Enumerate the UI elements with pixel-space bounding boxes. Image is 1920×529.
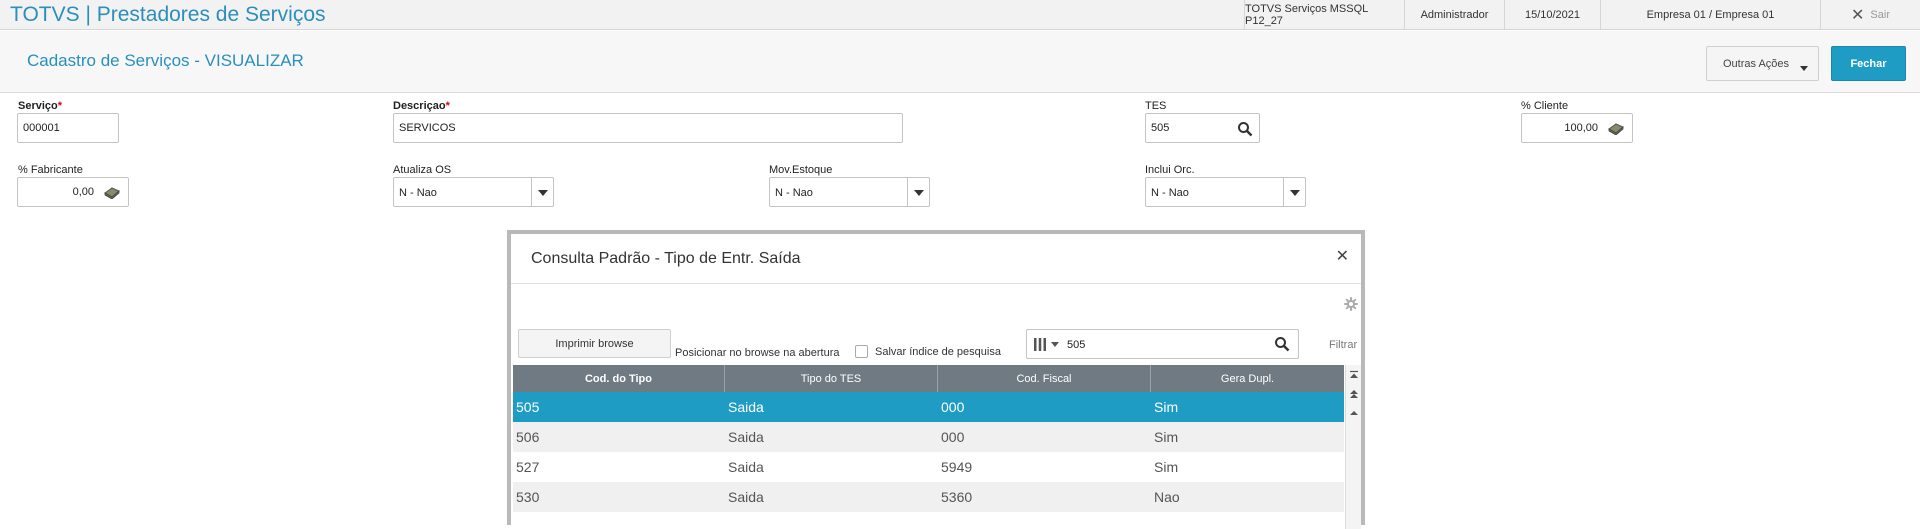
save-index-label: Salvar índice de pesquisa xyxy=(875,346,1001,358)
table-row[interactable]: 527 Saida 5949 Sim xyxy=(513,452,1344,482)
column-header[interactable]: Cod. do Tipo xyxy=(513,365,725,392)
pct-cliente-field[interactable]: 100,00 xyxy=(1521,113,1633,143)
servico-label: Serviço* xyxy=(18,100,63,112)
other-actions-label: Outras Ações xyxy=(1723,58,1790,70)
chevron-down-icon[interactable] xyxy=(1283,178,1305,206)
table-cell: Saida xyxy=(728,429,764,445)
grid-scrollbar[interactable] xyxy=(1345,365,1361,529)
servico-field[interactable]: 000001 xyxy=(17,113,119,143)
descricao-field[interactable]: SERVICOS xyxy=(393,113,903,143)
chevron-down-icon[interactable] xyxy=(531,178,553,206)
pct-cliente-value: 100,00 xyxy=(1564,122,1598,134)
tes-field[interactable]: 505 xyxy=(1145,113,1260,143)
calculator-icon[interactable] xyxy=(1607,122,1625,135)
results-grid: Cod. do Tipo Tipo do TES Cod. Fiscal Ger… xyxy=(513,365,1344,512)
environment-info: TOTVS Serviços MSSQL P12_27 xyxy=(1244,0,1404,30)
table-cell: Sim xyxy=(1154,459,1179,475)
table-cell: 5949 xyxy=(941,459,973,475)
scroll-up-icon[interactable] xyxy=(1348,406,1360,420)
table-cell: Saida xyxy=(728,489,764,505)
inclui-orc-value: N - Nao xyxy=(1151,187,1189,199)
close-icon[interactable]: ✕ xyxy=(1336,246,1349,266)
page-title: Cadastro de Serviços - VISUALIZAR xyxy=(27,51,304,70)
inclui-orc-select[interactable]: N - Nao xyxy=(1145,177,1306,207)
pct-fabricante-field[interactable]: 0,00 xyxy=(17,177,129,207)
table-row[interactable]: 530 Saida 5360 Nao xyxy=(513,482,1344,512)
gear-icon[interactable] xyxy=(1344,297,1358,311)
calculator-icon[interactable] xyxy=(103,186,121,199)
filter-link[interactable]: Filtrar xyxy=(1329,339,1357,351)
scroll-top-icon[interactable] xyxy=(1348,368,1360,382)
app-title: TOTVS | Prestadores de Serviços xyxy=(10,3,326,26)
table-cell: Nao xyxy=(1154,489,1180,505)
mov-estoque-value: N - Nao xyxy=(775,187,813,199)
exit-label: Sair xyxy=(1870,9,1890,21)
position-on-open-label: Posicionar no browse na abertura xyxy=(675,347,840,359)
lookup-dialog: Consulta Padrão - Tipo de Entr. Saída ✕ … xyxy=(507,230,1365,529)
table-row[interactable]: 506 Saida 000 Sim xyxy=(513,422,1344,452)
atualiza-os-label: Atualiza OS xyxy=(393,164,452,176)
search-input[interactable]: 505 xyxy=(1026,329,1299,359)
user-info: Administrador xyxy=(1404,0,1504,30)
chevron-down-icon[interactable] xyxy=(907,178,929,206)
mov-estoque-label: Mov.Estoque xyxy=(769,164,833,176)
top-bar: TOTVS | Prestadores de Serviços TOTVS Se… xyxy=(0,0,1920,30)
inclui-orc-label: Inclui Orc. xyxy=(1145,164,1195,176)
descricao-label: Descriçao* xyxy=(393,100,450,112)
table-cell: Sim xyxy=(1154,429,1179,445)
dialog-title: Consulta Padrão - Tipo de Entr. Saída xyxy=(531,250,801,267)
close-icon: ✕ xyxy=(1851,7,1865,24)
page-header: Cadastro de Serviços - VISUALIZAR Outras… xyxy=(0,31,1920,93)
table-cell: 530 xyxy=(516,489,540,505)
pct-fabricante-label: % Fabricante xyxy=(18,164,83,176)
table-cell: 000 xyxy=(941,429,965,445)
table-cell: 5360 xyxy=(941,489,973,505)
print-browse-button[interactable]: Imprimir browse xyxy=(518,329,671,358)
mov-estoque-select[interactable]: N - Nao xyxy=(769,177,930,207)
chevron-down-icon xyxy=(1800,66,1808,71)
atualiza-os-select[interactable]: N - Nao xyxy=(393,177,554,207)
table-cell: Saida xyxy=(728,459,764,475)
table-cell: 527 xyxy=(516,459,540,475)
company-info: Empresa 01 / Empresa 01 xyxy=(1600,0,1820,30)
exit-button[interactable]: ✕ Sair xyxy=(1820,0,1920,30)
table-row[interactable]: 505 Saida 000 Sim xyxy=(513,392,1344,422)
search-icon[interactable] xyxy=(1274,336,1290,352)
table-cell: Sim xyxy=(1154,399,1179,415)
other-actions-button[interactable]: Outras Ações xyxy=(1706,46,1819,81)
date-info: 15/10/2021 xyxy=(1504,0,1600,30)
save-index-checkbox[interactable] xyxy=(855,345,868,358)
table-cell: Saida xyxy=(728,399,764,415)
column-header[interactable]: Gera Dupl. xyxy=(1151,365,1344,392)
pct-fabricante-value: 0,00 xyxy=(72,186,94,198)
columns-icon[interactable] xyxy=(1033,338,1047,351)
tes-label: TES xyxy=(1145,100,1167,112)
divider xyxy=(511,283,1361,284)
atualiza-os-value: N - Nao xyxy=(399,187,437,199)
tes-value: 505 xyxy=(1151,122,1170,134)
chevron-down-icon[interactable] xyxy=(1051,342,1059,347)
pct-cliente-label: % Cliente xyxy=(1521,100,1569,112)
column-header[interactable]: Cod. Fiscal xyxy=(938,365,1151,392)
search-icon[interactable] xyxy=(1237,121,1253,137)
scroll-page-up-icon[interactable] xyxy=(1348,387,1360,401)
table-cell: 000 xyxy=(941,399,965,415)
column-header[interactable]: Tipo do TES xyxy=(725,365,938,392)
close-button[interactable]: Fechar xyxy=(1831,46,1906,81)
grid-header: Cod. do Tipo Tipo do TES Cod. Fiscal Ger… xyxy=(513,365,1344,392)
table-cell: 505 xyxy=(516,399,540,415)
table-cell: 506 xyxy=(516,429,540,445)
search-value: 505 xyxy=(1067,339,1086,351)
